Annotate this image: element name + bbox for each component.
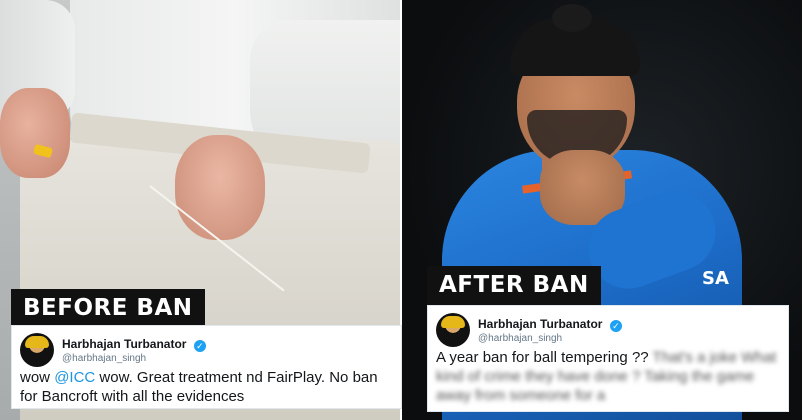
handle[interactable]: @harbhajan_singh	[62, 353, 146, 364]
display-name[interactable]: Harbhajan Turbanator	[62, 337, 186, 351]
verified-icon: ✓	[609, 320, 622, 332]
before-ban-label: BEFORE BAN	[11, 289, 205, 328]
tweet-text-clear: A year ban for ball tempering ??	[436, 349, 653, 366]
left-hand	[0, 88, 70, 178]
display-name[interactable]: Harbhajan Turbanator	[478, 317, 602, 331]
tweet-text: wow @ICC wow. Great treatment nd FairPla…	[20, 368, 398, 406]
jersey-text: SA	[702, 268, 729, 289]
tweet-card-after[interactable]: Harbhajan Turbanator ✓ @harbhajan_singh …	[427, 305, 789, 412]
avatar[interactable]	[436, 313, 470, 347]
after-ban-label: AFTER BAN	[427, 266, 601, 305]
right-hand	[175, 135, 265, 240]
tweet-text-part: wow	[20, 369, 55, 386]
verified-icon: ✓	[193, 340, 206, 352]
patka-knot	[552, 4, 592, 32]
tweet-card-before[interactable]: Harbhajan Turbanator ✓ @harbhajan_singh …	[11, 325, 402, 409]
handle[interactable]: @harbhajan_singh	[478, 333, 562, 344]
tweet-text: A year ban for ball tempering ?? That's …	[436, 348, 786, 405]
mention-link[interactable]: @ICC	[54, 369, 95, 386]
avatar[interactable]	[20, 333, 54, 367]
